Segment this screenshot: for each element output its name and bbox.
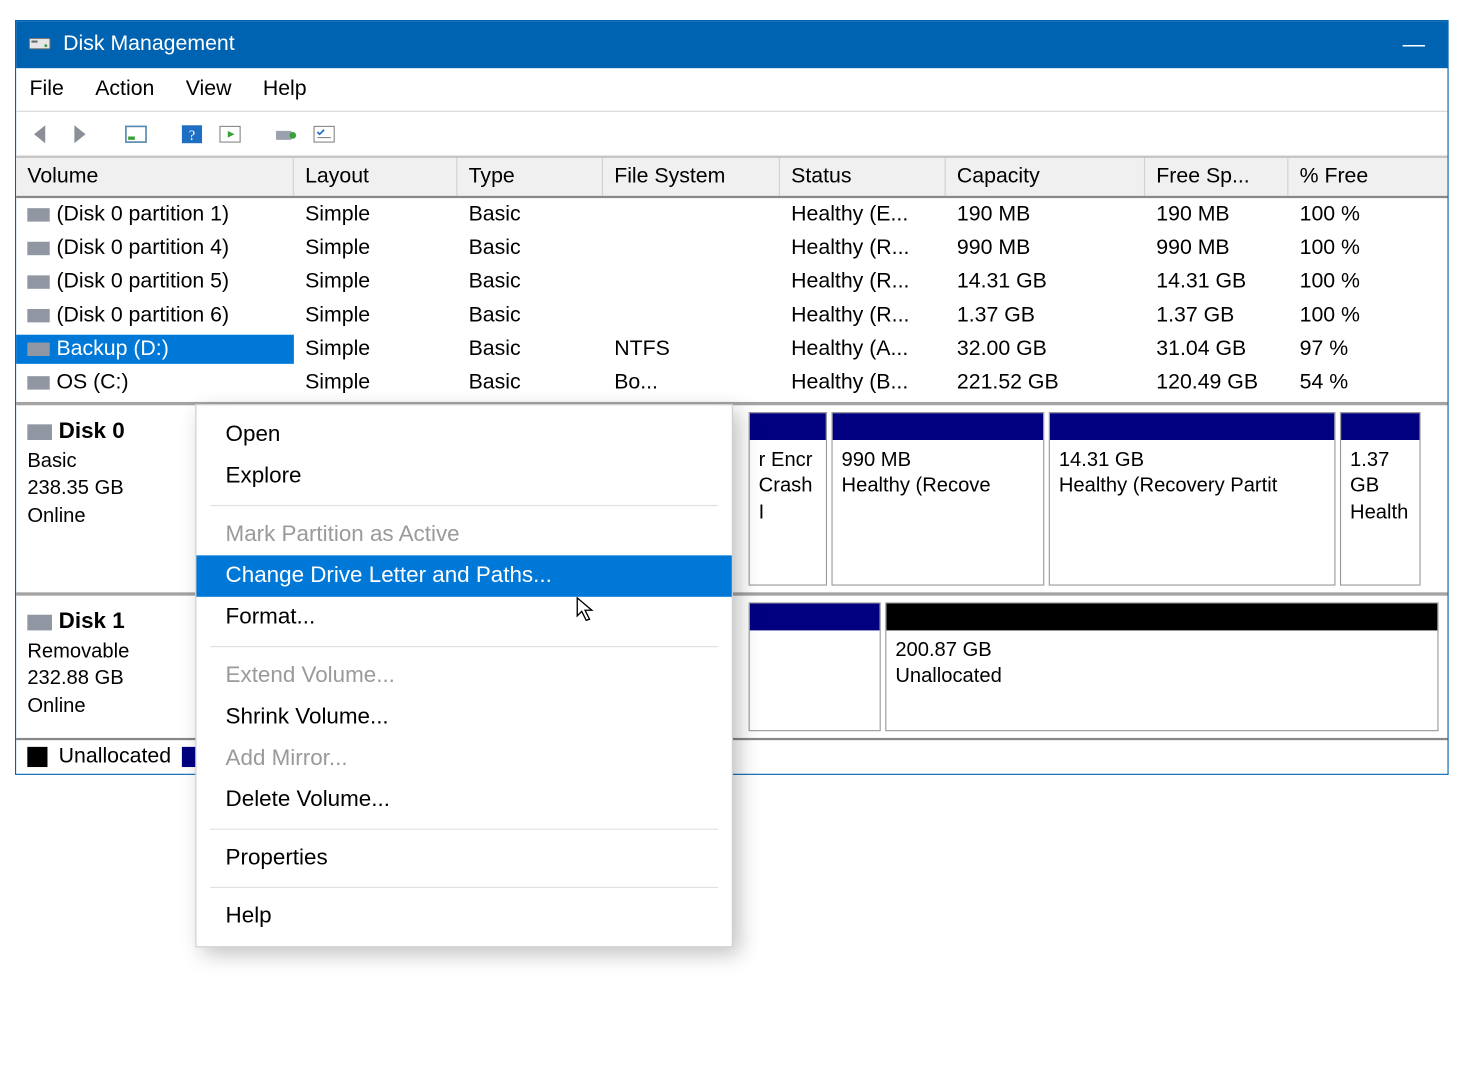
context-menu-item[interactable]: Explore — [196, 456, 731, 497]
col-filesystem[interactable]: File System — [603, 158, 780, 196]
titlebar: Disk Management — — [16, 21, 1447, 68]
context-menu-item[interactable]: Delete Volume... — [196, 779, 731, 820]
context-menu-item[interactable]: Change Drive Letter and Paths... — [196, 555, 731, 596]
list-check-icon[interactable] — [310, 119, 339, 148]
partition-block[interactable]: 14.31 GBHealthy (Recovery Partit — [1049, 412, 1336, 586]
context-menu-item[interactable]: Properties — [196, 838, 731, 879]
disk1-info[interactable]: Disk 1 Removable 232.88 GB Online — [25, 602, 195, 731]
partition-block[interactable]: 990 MBHealthy (Recove — [831, 412, 1044, 586]
context-menu-item: Extend Volume... — [196, 655, 731, 696]
col-layout[interactable]: Layout — [294, 158, 458, 196]
table-row[interactable]: (Disk 0 partition 5)SimpleBasicHealthy (… — [16, 265, 1447, 299]
view-small-icon[interactable] — [215, 119, 244, 148]
col-status[interactable]: Status — [780, 158, 946, 196]
context-menu-item[interactable]: Open — [196, 414, 731, 455]
legend-unallocated-label: Unallocated — [59, 745, 171, 770]
menu-help[interactable]: Help — [263, 77, 307, 102]
table-row[interactable]: Backup (D:)SimpleBasicNTFSHealthy (A...3… — [16, 332, 1447, 366]
help-icon[interactable]: ? — [177, 119, 206, 148]
partition-block[interactable]: 1.37 GBHealth — [1340, 412, 1421, 586]
partition-block[interactable] — [749, 602, 881, 731]
app-icon — [27, 32, 52, 57]
col-type[interactable]: Type — [457, 158, 603, 196]
menu-action[interactable]: Action — [95, 77, 154, 102]
col-pctfree[interactable]: % Free — [1288, 158, 1389, 196]
table-row[interactable]: (Disk 0 partition 1)SimpleBasicHealthy (… — [16, 198, 1447, 232]
col-capacity[interactable]: Capacity — [946, 158, 1145, 196]
context-menu-item[interactable]: Help — [196, 896, 731, 937]
back-icon[interactable] — [27, 119, 56, 148]
disk-management-window: Disk Management — File Action View Help … — [15, 20, 1449, 775]
table-row[interactable]: OS (C:)SimpleBasicBo...Healthy (B...221.… — [16, 366, 1447, 400]
volume-table-body: (Disk 0 partition 1)SimpleBasicHealthy (… — [16, 198, 1447, 402]
context-menu-item[interactable]: Format... — [196, 597, 731, 638]
context-menu-separator — [210, 887, 718, 888]
minimize-button[interactable]: — — [1391, 32, 1436, 58]
col-volume[interactable]: Volume — [16, 158, 294, 196]
window-title: Disk Management — [63, 32, 235, 57]
col-freespace[interactable]: Free Sp... — [1145, 158, 1288, 196]
table-row[interactable]: (Disk 0 partition 4)SimpleBasicHealthy (… — [16, 232, 1447, 266]
menu-view[interactable]: View — [186, 77, 232, 102]
legend-unallocated-swatch — [27, 747, 47, 767]
partition-block[interactable]: 200.87 GBUnallocated — [885, 602, 1438, 731]
partition-block[interactable]: r EncrCrash I — [749, 412, 827, 586]
context-menu-item: Mark Partition as Active — [196, 514, 731, 555]
disk-icon — [27, 425, 52, 441]
disk-icon — [27, 615, 52, 631]
context-menu-separator — [210, 829, 718, 830]
table-row[interactable]: (Disk 0 partition 6)SimpleBasicHealthy (… — [16, 299, 1447, 333]
context-menu-separator — [210, 646, 718, 647]
disk0-partitions: r EncrCrash I990 MBHealthy (Recove14.31 … — [749, 412, 1439, 586]
refresh-icon[interactable] — [271, 119, 300, 148]
forward-icon[interactable] — [65, 119, 94, 148]
volume-table-header: Volume Layout Type File System Status Ca… — [16, 157, 1447, 198]
toolbar: ? — [16, 112, 1447, 157]
context-menu-separator — [210, 505, 718, 506]
disk0-info[interactable]: Disk 0 Basic 238.35 GB Online — [25, 412, 195, 586]
menubar: File Action View Help — [16, 68, 1447, 112]
svg-text:?: ? — [189, 127, 195, 143]
panel-icon[interactable] — [121, 119, 150, 148]
context-menu: OpenExplore Mark Partition as ActiveChang… — [195, 404, 733, 947]
context-menu-item: Add Mirror... — [196, 738, 731, 779]
context-menu-item[interactable]: Shrink Volume... — [196, 696, 731, 737]
menu-file[interactable]: File — [30, 77, 64, 102]
disk1-partitions: 200.87 GBUnallocated — [749, 602, 1439, 731]
